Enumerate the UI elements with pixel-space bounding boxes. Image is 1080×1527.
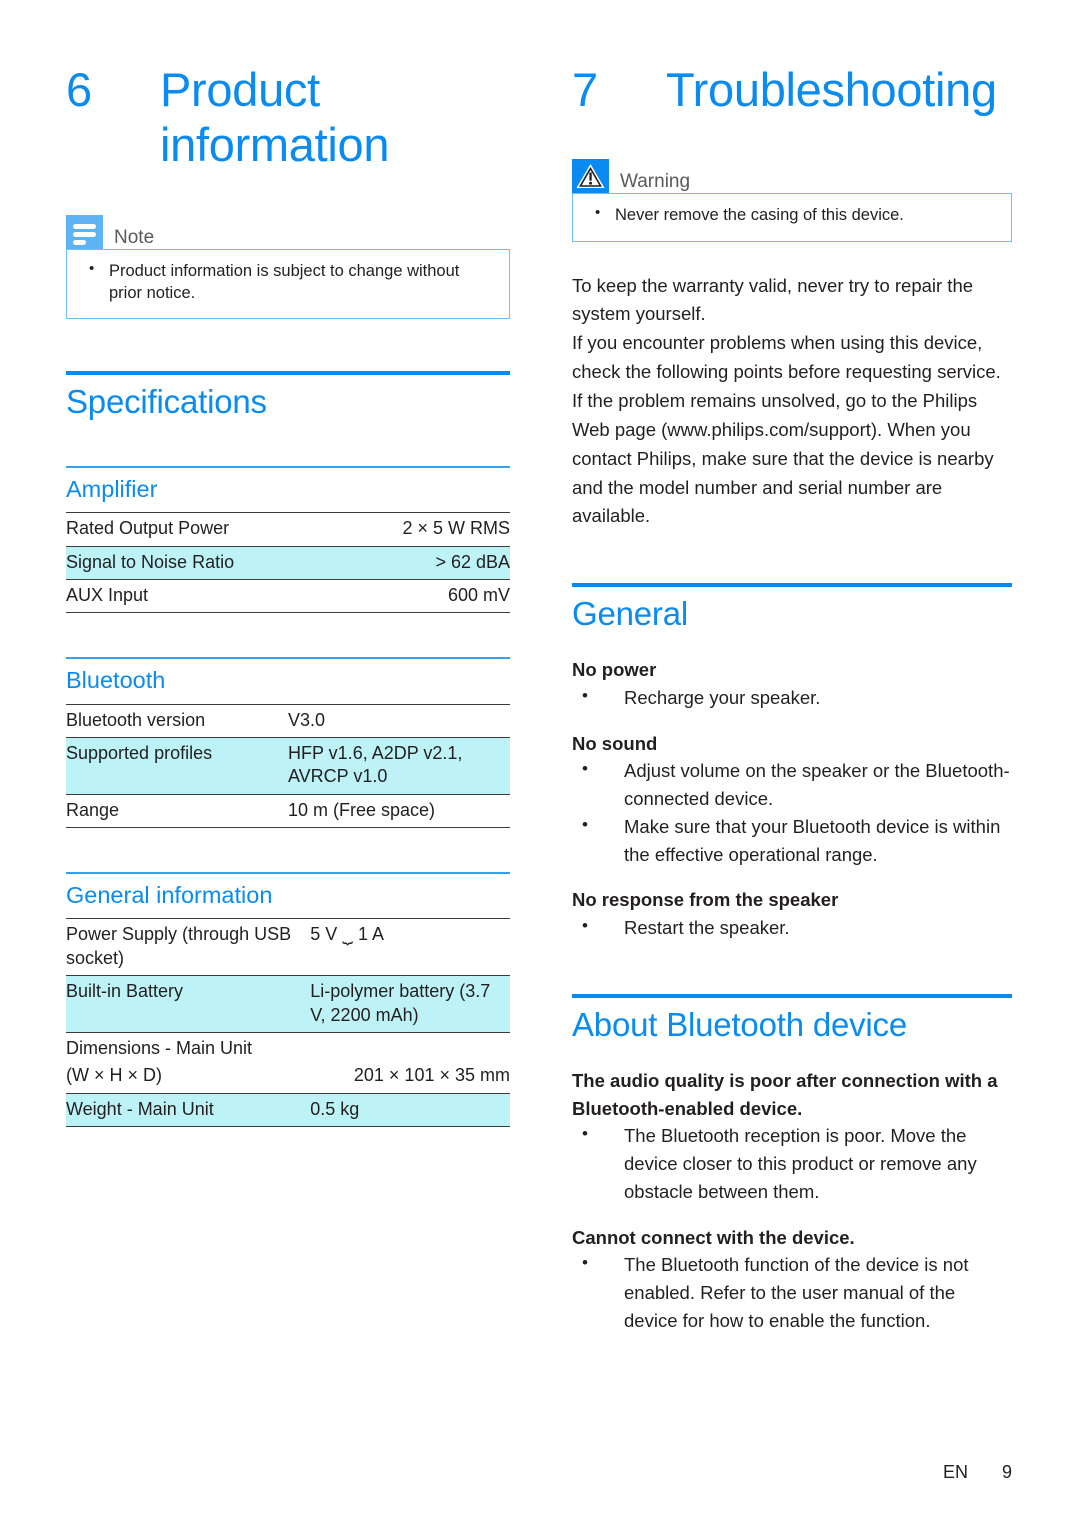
warning-callout: Warning Never remove the casing of this … xyxy=(572,159,1012,242)
subsection-title-amplifier: Amplifier xyxy=(66,476,158,503)
section-title-general: General xyxy=(572,595,689,633)
subsection-rule xyxy=(66,657,510,660)
warning-callout-header: Warning xyxy=(572,159,1012,194)
spec-label: Supported profiles xyxy=(66,737,288,795)
subsection-title-bluetooth: Bluetooth xyxy=(66,667,166,694)
chapter-number: 7 xyxy=(572,63,598,116)
spec-label: AUX Input xyxy=(66,579,315,614)
section-rule xyxy=(572,583,1012,588)
general-group-no-response: No response from the speaker Restart the… xyxy=(572,886,1012,942)
troubleshooting-intro: To keep the warranty valid, never try to… xyxy=(572,272,1012,532)
spec-table-amplifier: Rated Output Power 2 × 5 W RMS Signal to… xyxy=(66,512,510,614)
subsection-title-general-information: General information xyxy=(66,882,273,909)
two-column-layout: 6 Product information Note Product infor… xyxy=(0,0,1080,1335)
section-rule xyxy=(572,993,1012,998)
list-item: Recharge your speaker. xyxy=(572,683,1012,712)
table-row: Bluetooth version V3.0 xyxy=(66,703,510,739)
table-row: Weight - Main Unit 0.5 kg xyxy=(66,1092,510,1128)
subsection-amplifier: Amplifier xyxy=(66,466,510,503)
note-callout-header: Note xyxy=(66,214,510,249)
manual-page: 6 Product information Note Product infor… xyxy=(0,0,1080,1527)
group-title: The audio quality is poor after connecti… xyxy=(572,1069,998,1119)
warning-triangle-icon xyxy=(572,159,609,194)
table-row: Range 10 m (Free space) xyxy=(66,793,510,829)
chapter-heading-product-information: 6 Product information xyxy=(66,62,510,173)
list-item: Never remove the casing of this device. xyxy=(587,203,997,226)
spec-value: 2 × 5 W RMS xyxy=(314,512,510,547)
section-about-bluetooth-device: About Bluetooth device xyxy=(572,993,1012,1045)
spec-table-bluetooth: Bluetooth version V3.0 Supported profile… xyxy=(66,703,510,829)
group-title: No sound xyxy=(572,732,658,754)
spec-label: Signal to Noise Ratio xyxy=(66,545,315,581)
warning-callout-body: Never remove the casing of this device. xyxy=(572,193,1012,242)
general-group-no-power: No power Recharge your speaker. xyxy=(572,656,1012,712)
table-row: (W × H × D) 201 × 101 × 35 mm xyxy=(66,1060,510,1094)
list-item: Restart the speaker. xyxy=(572,913,1012,942)
section-title-about-bluetooth-device: About Bluetooth device xyxy=(572,1005,908,1043)
subsection-rule xyxy=(66,872,510,875)
group-title: Cannot connect with the device. xyxy=(572,1226,855,1248)
list-item: Adjust volume on the speaker or the Blue… xyxy=(572,756,1012,813)
chapter-heading-troubleshooting: 7 Troubleshooting xyxy=(572,62,1012,117)
spec-label: Dimensions - Main Unit xyxy=(66,1031,510,1061)
section-specifications: Specifications xyxy=(66,371,510,422)
left-column: 6 Product information Note Product infor… xyxy=(0,0,510,1335)
intro-paragraph: To keep the warranty valid, never try to… xyxy=(572,274,974,325)
chapter-title: Troubleshooting xyxy=(666,63,997,116)
section-title-specifications: Specifications xyxy=(66,383,267,421)
table-row: Signal to Noise Ratio > 62 dBA xyxy=(66,545,510,581)
intro-paragraph: If you encounter problems when using thi… xyxy=(572,332,1001,527)
spec-value: 10 m (Free space) xyxy=(288,793,510,829)
list-item: Product information is subject to change… xyxy=(81,259,495,304)
group-title: No response from the speaker xyxy=(572,889,839,911)
footer-page-number: 9 xyxy=(1001,1462,1012,1482)
spec-label: Power Supply (through USB socket) xyxy=(66,918,311,977)
subsection-rule xyxy=(66,466,510,469)
note-callout-body: Product information is subject to change… xyxy=(66,248,510,320)
spec-label: Rated Output Power xyxy=(66,512,315,547)
spec-value: V3.0 xyxy=(288,703,510,739)
bluetooth-group-audio-quality: The audio quality is poor after connecti… xyxy=(572,1067,1012,1206)
list-item: The Bluetooth reception is poor. Move th… xyxy=(572,1121,1012,1205)
spec-label: Built-in Battery xyxy=(66,975,311,1033)
table-row: Rated Output Power 2 × 5 W RMS xyxy=(66,512,510,547)
subsection-bluetooth: Bluetooth xyxy=(66,657,510,694)
spec-label: Range xyxy=(66,793,288,829)
spec-label: Bluetooth version xyxy=(66,703,288,739)
spec-value: 0.5 kg xyxy=(310,1092,510,1128)
warning-label: Warning xyxy=(620,171,691,193)
spec-value: 201 × 101 × 35 mm xyxy=(310,1060,510,1094)
chapter-number: 6 xyxy=(66,63,92,116)
section-rule xyxy=(66,371,510,376)
spec-value: HFP v1.6, A2DP v2.1, AVRCP v1.0 xyxy=(288,737,510,795)
spec-label: (W × H × D) xyxy=(66,1060,311,1094)
page-footer: EN 9 xyxy=(943,1462,1012,1483)
list-item: The Bluetooth function of the device is … xyxy=(572,1250,1012,1334)
section-general: General xyxy=(572,583,1012,634)
table-row: Supported profiles HFP v1.6, A2DP v2.1, … xyxy=(66,737,510,795)
chapter-title: Product information xyxy=(160,63,390,172)
spec-label: Weight - Main Unit xyxy=(66,1092,311,1128)
footer-language: EN xyxy=(942,1462,968,1482)
note-lines-icon xyxy=(66,214,103,249)
right-column: 7 Troubleshooting Warning • Never remove… xyxy=(510,0,1080,1335)
spec-value: > 62 dBA xyxy=(314,545,510,581)
general-group-no-sound: No sound Adjust volume on the speaker or… xyxy=(572,730,1012,869)
bluetooth-group-cannot-connect: Cannot connect with the device. The Blue… xyxy=(572,1224,1012,1335)
subsection-general-information: General information xyxy=(66,872,510,909)
spec-value: 600 mV xyxy=(314,579,510,614)
note-label: Note xyxy=(114,226,155,248)
group-title: No power xyxy=(572,659,657,681)
list-item: Make sure that your Bluetooth device is … xyxy=(572,812,1012,869)
table-row: Power Supply (through USB socket) 5 V ⏟ … xyxy=(66,918,510,977)
spec-value: Li-polymer battery (3.7 V, 2200 mAh) xyxy=(310,975,510,1033)
table-row: AUX Input 600 mV xyxy=(66,579,510,614)
note-callout: Note Product information is subject to c… xyxy=(66,214,510,320)
spec-value: 5 V ⏟ 1 A xyxy=(310,918,510,977)
spec-table-general-information: Power Supply (through USB socket) 5 V ⏟ … xyxy=(66,918,510,1128)
table-row: Built-in Battery Li-polymer battery (3.7… xyxy=(66,975,510,1033)
table-row: Dimensions - Main Unit xyxy=(66,1031,510,1061)
